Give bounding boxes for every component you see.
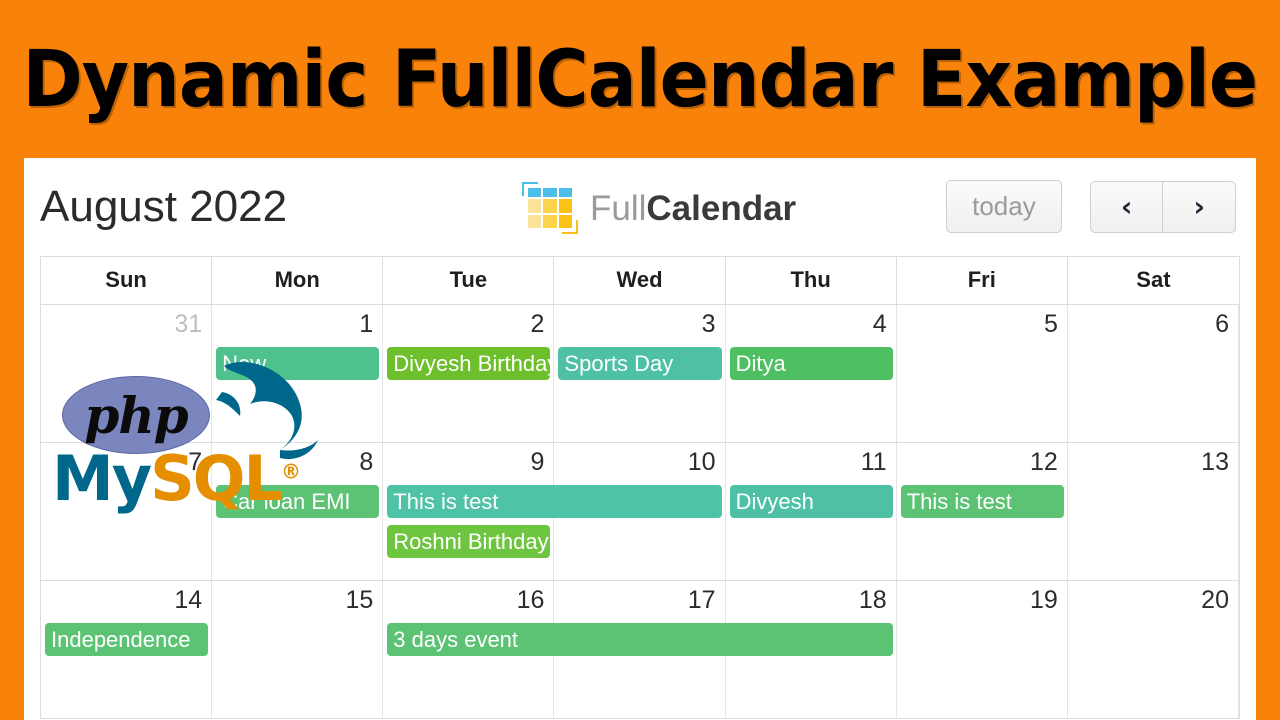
day-number: 14 <box>174 586 203 614</box>
day-number: 2 <box>530 310 545 338</box>
weekday-header-sat: Sat <box>1136 267 1171 292</box>
day-number: 7 <box>188 448 203 476</box>
calendar-title: August 2022 <box>40 182 288 231</box>
calendar-toolbar: August 2022 FullCalendar today ‹ › <box>24 158 1256 256</box>
logo-text-calendar: Calendar <box>646 188 797 228</box>
day-number: 3 <box>701 310 716 338</box>
calendar-event[interactable]: Sports Day <box>558 347 722 380</box>
day-number: 8 <box>359 448 374 476</box>
weekday-header-wed: Wed <box>554 257 726 304</box>
day-number: 10 <box>687 448 716 476</box>
weekday-header-fri: Fri <box>897 257 1068 304</box>
calendar-event[interactable]: Divyesh <box>729 485 893 518</box>
day-number: 17 <box>687 586 716 614</box>
day-number: 11 <box>860 448 887 476</box>
day-number: 12 <box>1030 448 1058 476</box>
event-layer: New Divyesh Birthday Sports Day Ditya <box>41 347 1239 442</box>
day-number: 5 <box>1043 310 1058 338</box>
toolbar-buttons: today ‹ › <box>945 180 1236 233</box>
day-number: 4 <box>872 310 887 338</box>
next-month-button[interactable]: › <box>1163 180 1236 233</box>
page-title: Dynamic FullCalendar Example <box>22 35 1259 125</box>
prev-month-button[interactable]: ‹ <box>1089 180 1164 233</box>
weekday-header-sun: Sun <box>41 257 213 304</box>
calendar-event[interactable]: Ditya <box>729 347 893 380</box>
calendar-event[interactable]: 3 days event <box>387 623 893 656</box>
day-number: 18 <box>858 586 887 614</box>
day-number: 20 <box>1201 586 1229 614</box>
weekday-header-mon: Mon <box>212 257 384 304</box>
calendar-event[interactable]: New <box>216 347 380 380</box>
nav-button-group: ‹ › <box>1089 180 1236 233</box>
calendar-event[interactable]: Independence <box>45 623 209 656</box>
today-button[interactable]: today <box>945 180 1062 233</box>
title-banner: Dynamic FullCalendar Example <box>0 0 1280 160</box>
chevron-right-icon: › <box>1193 189 1205 223</box>
day-number: 6 <box>1215 310 1229 338</box>
calendar-week-row: 31 1 2 3 4 5 6 New Divyesh Birthday Sports Day Dit… <box>41 305 1239 443</box>
logo-grid-cells <box>528 188 572 228</box>
weekday-header-tue: Tue <box>383 257 555 304</box>
weekday-header-thu: Thu <box>726 257 897 304</box>
weekday-header-row: Sun Mon Tue Wed Thu Fri Sat <box>41 257 1239 305</box>
fullcalendar-grid-icon <box>522 182 578 234</box>
day-number: 19 <box>1030 586 1058 614</box>
fullcalendar-wordmark: FullCalendar <box>590 191 796 226</box>
chevron-left-icon: ‹ <box>1120 189 1133 223</box>
day-number: 16 <box>516 586 545 614</box>
event-layer: Car loan EMI This is test Roshni Birthday D… <box>41 485 1239 580</box>
day-number: 13 <box>1201 448 1229 476</box>
day-number: 9 <box>530 448 545 476</box>
calendar-grid: Sun Mon Tue Wed Thu Fri Sat 31 1 2 3 4 5 6 New Divyesh… <box>40 256 1240 719</box>
calendar-event[interactable]: This is test <box>387 485 722 518</box>
calendar-week-row: 14 15 16 17 18 19 20 Independence 3 days event <box>41 581 1239 719</box>
calendar-weeks: 31 1 2 3 4 5 6 New Divyesh Birthday Sports Day Dit… <box>41 305 1239 719</box>
calendar-week-row: 7 8 9 10 11 12 13 Car loan EMI This is test Roshn… <box>41 443 1239 581</box>
day-number: 15 <box>345 586 374 614</box>
calendar-card: August 2022 FullCalendar today ‹ › Sun M… <box>24 158 1256 720</box>
day-number: 1 <box>359 310 374 338</box>
calendar-event[interactable]: Divyesh Birthday <box>387 347 551 380</box>
fullcalendar-logo: FullCalendar <box>522 182 796 234</box>
day-number: 31 <box>174 310 203 338</box>
calendar-event[interactable]: Roshni Birthday <box>387 525 551 558</box>
event-layer: Independence 3 days event <box>41 623 1239 718</box>
calendar-event[interactable]: Car loan EMI <box>216 485 380 518</box>
logo-text-full: Full <box>590 188 647 228</box>
calendar-event[interactable]: This is test <box>900 485 1064 518</box>
